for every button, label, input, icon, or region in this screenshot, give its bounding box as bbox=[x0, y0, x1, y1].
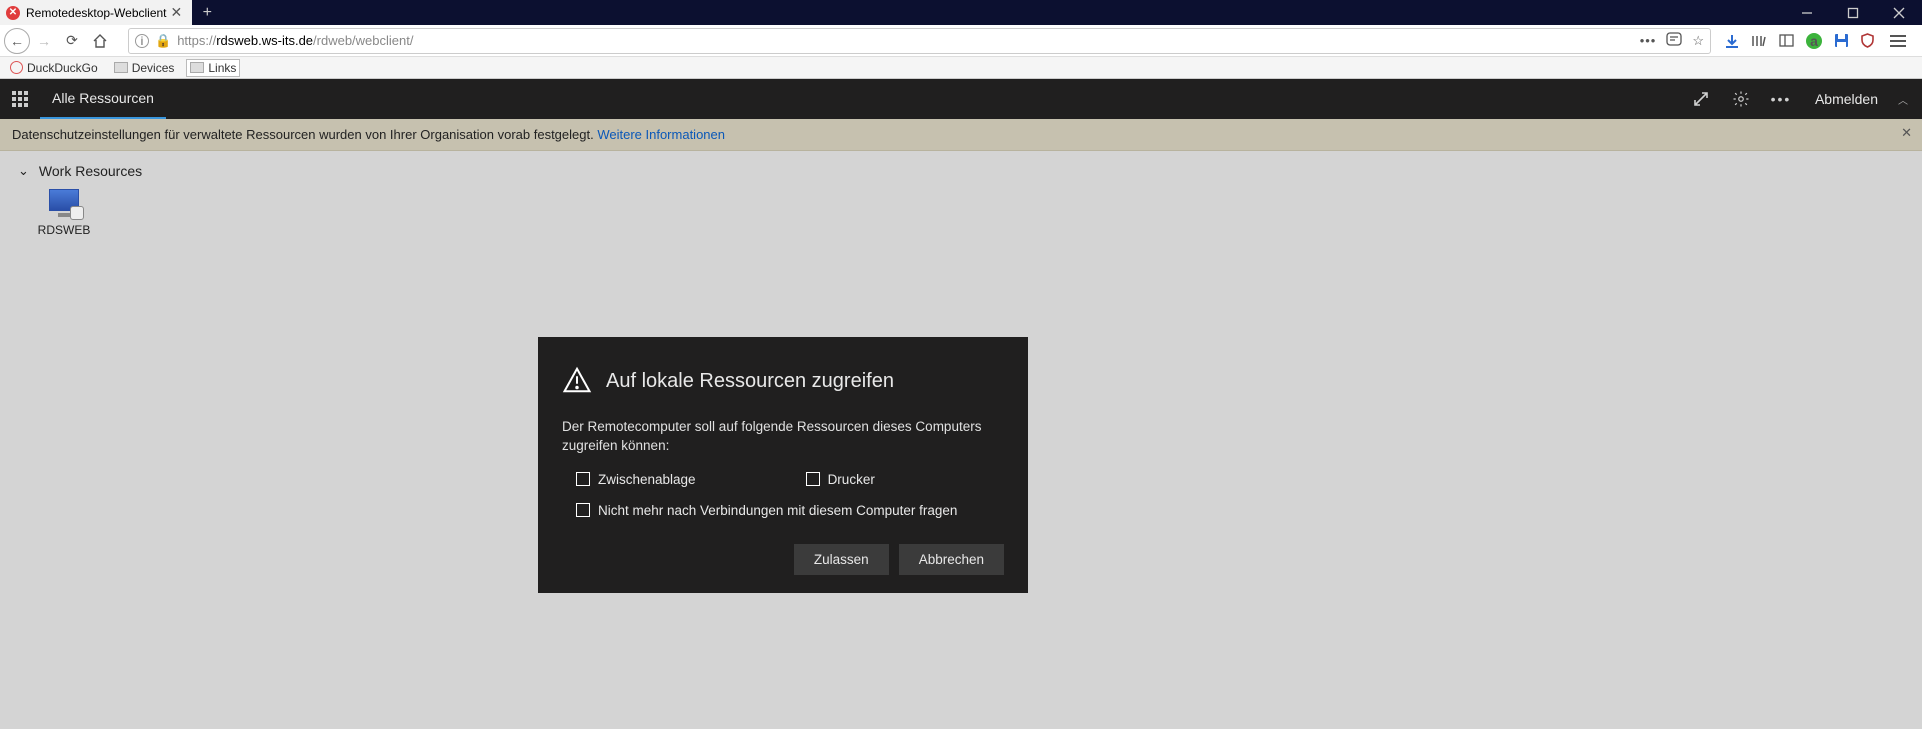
bookmark-label: Links bbox=[208, 61, 236, 75]
dialog-title: Auf lokale Ressourcen zugreifen bbox=[606, 370, 894, 393]
app-menu-icon[interactable] bbox=[1886, 31, 1910, 51]
window-minimize-icon[interactable] bbox=[1784, 0, 1830, 25]
resource-label: RDSWEB bbox=[24, 223, 104, 237]
checkbox-icon bbox=[576, 472, 590, 486]
app-header: Alle Ressourcen ••• Abmelden ︿ bbox=[0, 79, 1922, 119]
checkbox-label: Zwischenablage bbox=[598, 472, 696, 487]
bookmark-label: Devices bbox=[132, 61, 175, 75]
bookmark-links[interactable]: Links bbox=[186, 59, 240, 77]
window-maximize-icon[interactable] bbox=[1830, 0, 1876, 25]
nav-forward-button[interactable]: → bbox=[30, 27, 58, 55]
bookmark-label: DuckDuckGo bbox=[27, 61, 98, 75]
chevron-down-icon: ⌄ bbox=[18, 163, 29, 179]
notice-text: Datenschutzeinstellungen für verwaltete … bbox=[12, 127, 597, 142]
downloads-icon[interactable] bbox=[1725, 34, 1739, 48]
resource-group-header[interactable]: ⌄ Work Resources bbox=[18, 163, 1904, 179]
checkbox-label: Drucker bbox=[828, 472, 875, 487]
url-protocol: https:// bbox=[177, 33, 216, 48]
nav-back-button[interactable]: ← bbox=[4, 28, 30, 54]
lock-icon: 🔒 bbox=[155, 33, 171, 49]
content-area: ⌄ Work Resources RDSWEB bbox=[0, 151, 1922, 249]
browser-tab[interactable]: ✕ Remotedesktop-Webclient ✕ bbox=[0, 0, 192, 25]
allow-button[interactable]: Zulassen bbox=[794, 544, 889, 575]
cancel-button[interactable]: Abbrechen bbox=[899, 544, 1004, 575]
checkbox-icon bbox=[806, 472, 820, 486]
checkbox-clipboard[interactable]: Zwischenablage bbox=[576, 472, 696, 487]
checkbox-printer[interactable]: Drucker bbox=[806, 472, 875, 487]
save-disk-icon[interactable] bbox=[1834, 33, 1849, 48]
notice-close-icon[interactable]: ✕ bbox=[1901, 125, 1912, 141]
checkbox-icon bbox=[576, 503, 590, 517]
bookmarks-bar: DuckDuckGo Devices Links bbox=[0, 57, 1922, 79]
privacy-notice: Datenschutzeinstellungen für verwaltete … bbox=[0, 119, 1922, 151]
checkbox-label: Nicht mehr nach Verbindungen mit diesem … bbox=[598, 503, 957, 518]
browser-titlebar: ✕ Remotedesktop-Webclient ✕ + bbox=[0, 0, 1922, 25]
group-name: Work Resources bbox=[39, 163, 142, 179]
window-close-icon[interactable] bbox=[1876, 0, 1922, 25]
apps-grid-icon[interactable] bbox=[0, 91, 40, 107]
dialog-message: Der Remotecomputer soll auf folgende Res… bbox=[562, 418, 1004, 456]
checkbox-remember[interactable]: Nicht mehr nach Verbindungen mit diesem … bbox=[576, 503, 1004, 518]
tab-close-icon[interactable]: ✕ bbox=[167, 4, 187, 21]
reader-mode-icon[interactable] bbox=[1666, 32, 1682, 49]
url-path: /rdweb/webclient/ bbox=[313, 33, 413, 48]
url-bar[interactable]: i 🔒 https://rdsweb.ws-its.de/rdweb/webcl… bbox=[128, 28, 1711, 54]
local-resources-dialog: Auf lokale Ressourcen zugreifen Der Remo… bbox=[538, 337, 1028, 593]
url-host: rdsweb.ws-its.de bbox=[216, 33, 313, 48]
site-info-icon[interactable]: i bbox=[135, 34, 149, 48]
bookmark-devices[interactable]: Devices bbox=[110, 59, 179, 77]
extension-shield-icon[interactable] bbox=[1861, 33, 1874, 48]
sidebar-icon[interactable] bbox=[1779, 34, 1794, 47]
fullscreen-icon[interactable] bbox=[1681, 90, 1721, 108]
page-actions-icon[interactable]: ••• bbox=[1640, 33, 1657, 48]
warning-icon bbox=[562, 365, 592, 398]
browser-toolbar: ← → ⟳ i 🔒 https://rdsweb.ws-its.de/rdweb… bbox=[0, 25, 1922, 57]
tab-favicon: ✕ bbox=[6, 6, 20, 20]
bookmark-star-icon[interactable]: ☆ bbox=[1692, 33, 1704, 49]
chevron-up-icon[interactable]: ︿ bbox=[1898, 92, 1922, 107]
notice-link[interactable]: Weitere Informationen bbox=[597, 127, 725, 142]
resource-item[interactable]: RDSWEB bbox=[24, 189, 104, 237]
library-icon[interactable] bbox=[1751, 34, 1767, 48]
computer-icon bbox=[47, 189, 81, 217]
gear-icon[interactable] bbox=[1721, 90, 1761, 108]
extension-badge-icon[interactable]: a bbox=[1806, 33, 1822, 49]
new-tab-button[interactable]: + bbox=[192, 0, 222, 25]
folder-icon bbox=[190, 62, 204, 73]
tab-title: Remotedesktop-Webclient bbox=[26, 6, 167, 20]
bookmark-duckduckgo[interactable]: DuckDuckGo bbox=[6, 59, 102, 77]
nav-home-button[interactable] bbox=[86, 27, 114, 55]
signout-link[interactable]: Abmelden bbox=[1801, 91, 1898, 107]
folder-icon bbox=[114, 62, 128, 73]
duckduckgo-icon bbox=[10, 61, 23, 74]
nav-reload-button[interactable]: ⟳ bbox=[58, 27, 86, 55]
app-title[interactable]: Alle Ressourcen bbox=[40, 79, 166, 119]
more-icon[interactable]: ••• bbox=[1761, 91, 1801, 107]
